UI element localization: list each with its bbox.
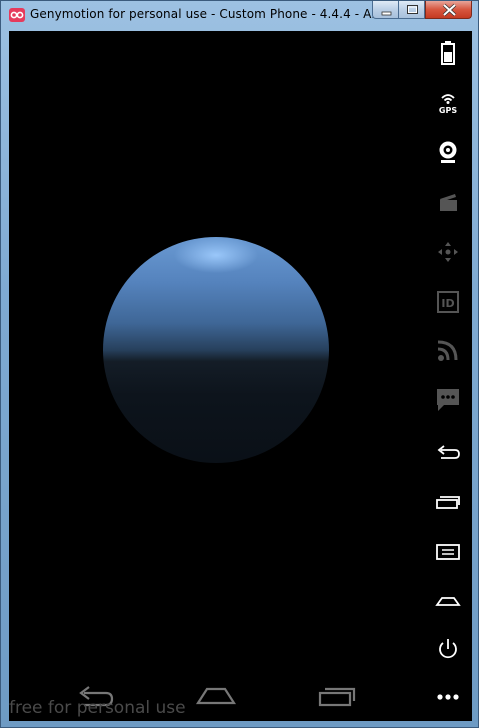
battery-icon[interactable] [434, 39, 462, 67]
sms-icon[interactable] [434, 385, 462, 413]
device-screen[interactable]: free for personal use [9, 31, 424, 721]
recent-apps-icon[interactable] [434, 488, 462, 516]
title-bar[interactable]: Genymotion for personal use - Custom Pho… [1, 1, 478, 27]
minimize-button[interactable] [372, 1, 399, 19]
menu-icon[interactable] [434, 537, 462, 565]
genymotion-window: Genymotion for personal use - Custom Pho… [0, 0, 479, 728]
sphere-graphic [103, 237, 329, 463]
genymotion-logo-icon [9, 7, 25, 22]
power-icon[interactable] [434, 635, 462, 663]
dpad-icon[interactable] [434, 238, 462, 266]
capture-icon[interactable] [434, 188, 462, 216]
svg-text:GPS: GPS [439, 106, 457, 115]
minimize-icon [381, 11, 392, 16]
rss-icon[interactable] [434, 336, 462, 364]
recent-apps-icon[interactable] [317, 681, 357, 711]
identifiers-icon[interactable]: ID [434, 288, 462, 316]
watermark: free for personal use [9, 698, 186, 718]
maximize-button[interactable] [398, 1, 425, 19]
genymotion-sidebar: GPS ID [424, 31, 472, 721]
home-icon[interactable] [195, 681, 237, 711]
gps-icon[interactable]: GPS [434, 88, 462, 116]
webcam-icon[interactable] [434, 138, 462, 166]
more-icon[interactable] [434, 683, 462, 711]
close-button[interactable] [425, 1, 472, 19]
close-icon [442, 3, 457, 17]
svg-text:ID: ID [441, 297, 454, 310]
window-title: Genymotion for personal use - Custom Pho… [30, 7, 418, 21]
home-icon[interactable] [434, 586, 462, 614]
back-icon[interactable] [434, 439, 462, 467]
maximize-icon [407, 5, 418, 14]
